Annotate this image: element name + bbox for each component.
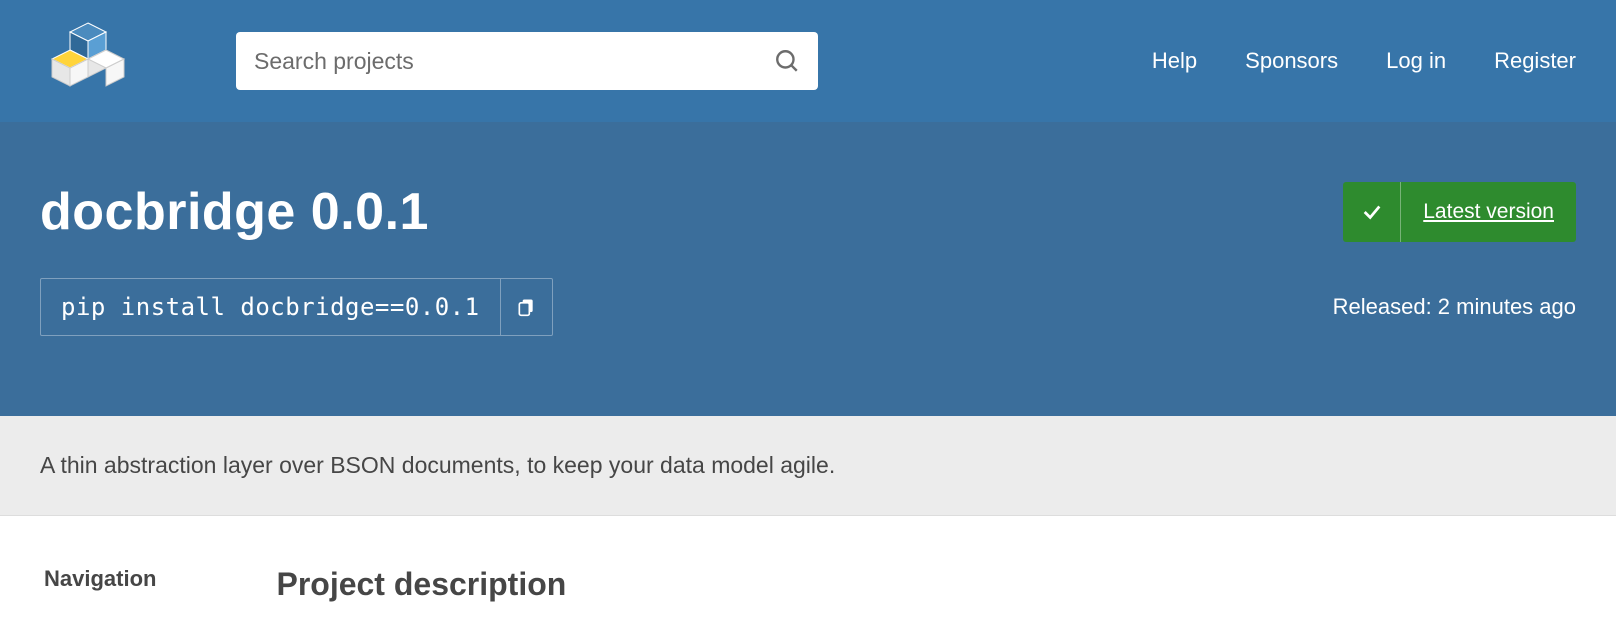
- latest-version-badge[interactable]: Latest version: [1343, 182, 1576, 242]
- latest-version-label: Latest version: [1401, 182, 1576, 242]
- pip-command: pip install docbridge==0.0.1: [41, 279, 500, 335]
- pip-install-box: pip install docbridge==0.0.1: [40, 278, 553, 336]
- copy-button[interactable]: [500, 279, 552, 335]
- package-hero: docbridge 0.0.1 Latest version pip insta…: [0, 122, 1616, 416]
- search-icon[interactable]: [774, 48, 800, 74]
- project-description-heading: Project description: [276, 566, 566, 603]
- main-panel: Project description: [276, 566, 566, 603]
- pypi-logo[interactable]: [40, 21, 136, 101]
- sidebar-navigation-heading: Navigation: [44, 566, 156, 592]
- package-title: docbridge 0.0.1: [40, 182, 429, 242]
- nav-links: Help Sponsors Log in Register: [1152, 48, 1576, 74]
- search-input[interactable]: [236, 32, 818, 90]
- sidebar: Navigation: [44, 566, 156, 603]
- nav-register[interactable]: Register: [1494, 48, 1576, 74]
- package-summary: A thin abstraction layer over BSON docum…: [0, 416, 1616, 516]
- copy-icon: [516, 296, 536, 318]
- nav-login[interactable]: Log in: [1386, 48, 1446, 74]
- content-area: Navigation Project description: [0, 516, 1616, 603]
- released-text: Released: 2 minutes ago: [1333, 294, 1576, 320]
- check-icon: [1343, 182, 1401, 242]
- top-bar: Help Sponsors Log in Register: [0, 0, 1616, 122]
- nav-sponsors[interactable]: Sponsors: [1245, 48, 1338, 74]
- nav-help[interactable]: Help: [1152, 48, 1197, 74]
- search-wrap: [236, 32, 818, 90]
